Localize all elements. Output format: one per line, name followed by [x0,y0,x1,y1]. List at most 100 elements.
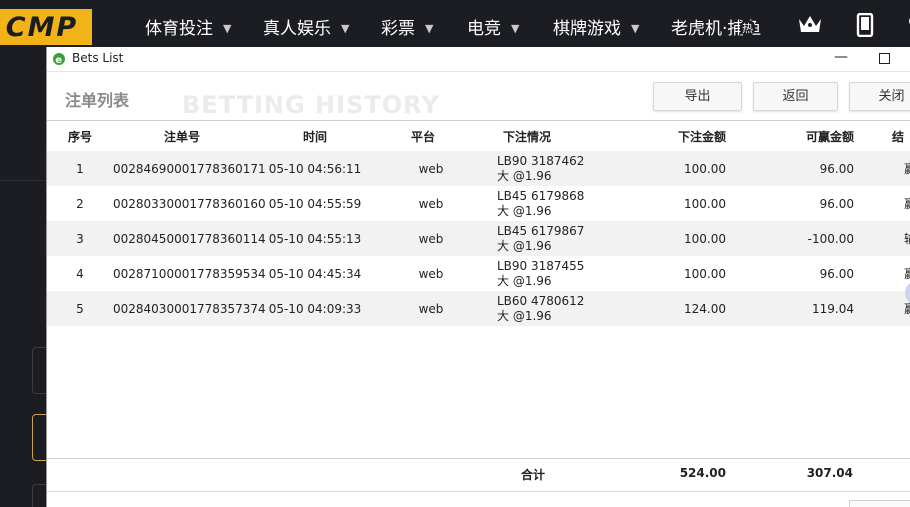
chevron-down-icon: ▼ [341,22,350,35]
ie-browser-icon: e [52,52,66,66]
bet-platform: web [379,291,467,326]
maximize-button[interactable] [879,53,890,64]
bet-potential-win: 96.00 [726,151,854,186]
row-number: 5 [47,291,113,326]
nav-label: 电竞 [467,19,501,39]
hot-badge: 热 [740,20,755,36]
bet-result: 赢 [854,186,910,221]
bet-id: 00280450001778360114 [113,221,266,256]
chevron-down-icon: ▼ [223,22,232,35]
bet-time: 05-10 04:45:34 [251,256,379,291]
bet-platform: web [379,186,467,221]
bet-result: 输 [854,221,910,256]
close-button[interactable]: 关闭 [849,82,910,111]
bet-result: 赢 [854,291,910,326]
chevron-down-icon: ▼ [631,22,640,35]
bet-stake: 100.00 [587,151,726,186]
total-potential-win: 307.04 [806,466,853,480]
nav-label: 体育投注 [145,19,213,39]
bet-platform: web [379,256,467,291]
totals-divider [47,458,910,459]
crown-icon[interactable] [797,13,823,38]
back-button[interactable]: 返回 [753,82,838,111]
nav-item-esports[interactable]: 电竞 ▼ [467,14,519,39]
bet-market: LB60 4780612 [497,293,585,308]
bet-time: 05-10 04:55:59 [251,186,379,221]
nav-label: 真人娱乐 [263,19,331,39]
nav-item-live-casino[interactable]: 真人娱乐 ▼ [263,14,349,39]
table-header-row: 序号 注单号 时间 平台 下注情况 下注金额 可赢金额 结 [47,121,910,151]
column-header[interactable]: 下注情况 [467,121,587,151]
table-row[interactable]: 3 00280450001778360114 05-10 04:55:13 we… [47,221,910,256]
nav-item-card-games[interactable]: 棋牌游戏 ▼ [553,14,639,39]
watermark-text: BETTING HISTORY [182,91,440,119]
total-stake: 524.00 [679,466,726,480]
logo-text: CMP [5,12,79,43]
bet-potential-win: 96.00 [726,186,854,221]
export-button[interactable]: 导出 [653,82,742,111]
column-header[interactable]: 结 [854,121,910,151]
bet-time: 05-10 04:55:13 [251,221,379,256]
totals-label: 合计 [521,468,546,482]
footer-divider [47,491,910,492]
page-title: 注单列表 [65,91,130,110]
column-header[interactable]: 平台 [379,121,467,151]
bet-platform: web [379,221,467,256]
minimize-button[interactable]: — [834,49,848,65]
column-header[interactable]: 下注金额 [587,121,726,151]
bet-market: LB45 6179867 [497,223,585,238]
table-row[interactable]: 2 00280330001778360160 05-10 04:55:59 we… [47,186,910,221]
nav-item-lottery[interactable]: 彩票 ▼ [381,14,433,39]
chevron-down-icon: ▼ [425,22,434,35]
bet-detail: LB60 4780612 大 @1.96 [467,291,587,326]
column-header[interactable]: 注单号 [113,121,251,151]
bet-potential-win: 96.00 [726,256,854,291]
row-number: 4 [47,256,113,291]
nav-label: 棋牌游戏 [553,19,621,39]
svg-text:e: e [55,55,62,66]
column-header[interactable]: 序号 [47,121,113,151]
user-icon[interactable] [906,13,910,40]
bet-id: 00287100001778359534 [113,256,266,291]
row-number: 1 [47,151,113,186]
footer-button[interactable] [849,500,910,507]
top-nav-bar: CMP 体育投注 ▼ 真人娱乐 ▼ 彩票 ▼ 电竞 ▼ 棋牌游戏 ▼ 老虎机·捕鱼 热 [0,0,910,50]
bet-detail: LB45 6179868 大 @1.96 [467,186,587,221]
bet-market: LB45 6179868 [497,188,585,203]
nav-label: 彩票 [381,19,415,39]
bet-time: 05-10 04:09:33 [251,291,379,326]
bet-stake: 100.00 [587,221,726,256]
bet-result: 赢 [854,151,910,186]
column-header[interactable]: 可赢金额 [726,121,854,151]
bet-detail: LB90 3187462 大 @1.96 [467,151,587,186]
nav-item-sports[interactable]: 体育投注 ▼ [145,14,231,39]
bet-time: 05-10 04:56:11 [251,151,379,186]
bet-id: 00284690001778360171 [113,151,266,186]
bet-result: 赢 [854,256,910,291]
bet-selection: 大 @1.96 [497,273,552,288]
bet-market: LB90 3187462 [497,153,585,168]
bet-detail: LB45 6179867 大 @1.96 [467,221,587,256]
bet-potential-win: 119.04 [726,291,854,326]
bet-market: LB90 3187455 [497,258,585,273]
row-number: 3 [47,221,113,256]
column-header[interactable]: 时间 [251,121,379,151]
mobile-icon[interactable] [856,12,874,40]
site-logo[interactable]: CMP [0,9,92,45]
table-row[interactable]: 5 00284030001778357374 05-10 04:09:33 we… [47,291,910,326]
bet-selection: 大 @1.96 [497,203,552,218]
window-titlebar: e Bets List — [47,47,910,71]
background-divider [0,180,46,181]
chevron-down-icon: ▼ [511,22,520,35]
window-toolbar: 注单列表 BETTING HISTORY 导出 返回 关闭 [47,71,910,121]
row-number: 2 [47,186,113,221]
bet-selection: 大 @1.96 [497,308,552,323]
bet-platform: web [379,151,467,186]
bet-selection: 大 @1.96 [497,238,552,253]
bet-detail: LB90 3187455 大 @1.96 [467,256,587,291]
bet-id: 00284030001778357374 [113,291,266,326]
table-row[interactable]: 1 00284690001778360171 05-10 04:56:11 we… [47,151,910,186]
bet-potential-win: -100.00 [726,221,854,256]
bet-stake: 124.00 [587,291,726,326]
table-row[interactable]: 4 00287100001778359534 05-10 04:45:34 we… [47,256,910,291]
